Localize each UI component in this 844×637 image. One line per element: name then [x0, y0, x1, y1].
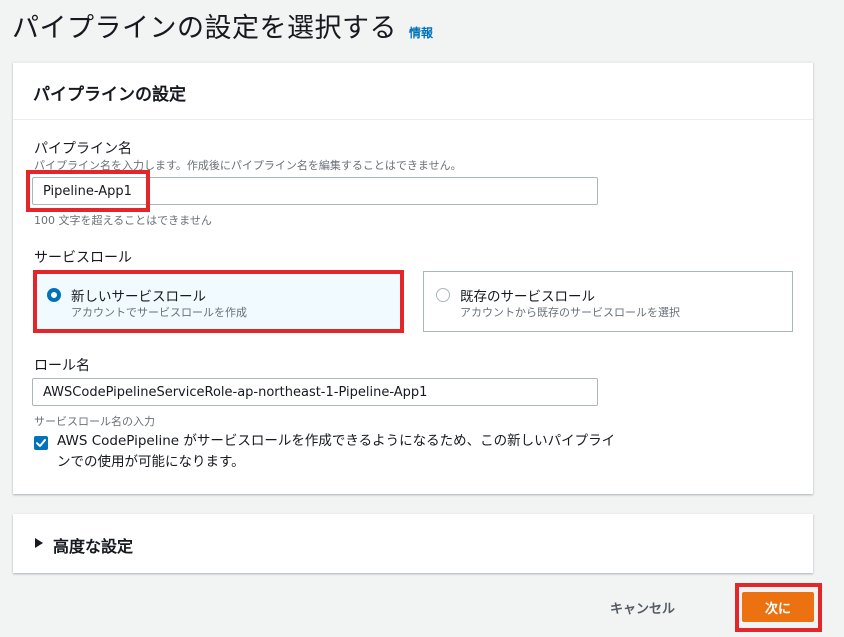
- allow-role-checkbox[interactable]: [34, 436, 48, 450]
- pipeline-name-constraint: 100 文字を超えることはできません: [34, 214, 212, 227]
- service-role-label: サービスロール: [34, 250, 132, 266]
- checkmark-icon: [36, 439, 46, 447]
- page-header: パイプラインの設定を選択する 情報: [12, 6, 433, 45]
- allow-role-checkbox-label: AWS CodePipeline がサービスロールを作成できるようになるため、こ…: [57, 433, 616, 470]
- caret-right-icon: [35, 538, 43, 548]
- pipeline-name-label: パイプライン名: [34, 141, 132, 157]
- page-title: パイプラインの設定を選択する: [12, 13, 397, 44]
- pipeline-name-input[interactable]: [32, 177, 598, 205]
- role-name-description: サービスロール名の入力: [34, 415, 155, 428]
- option-title: 新しいサービスロール: [71, 289, 206, 305]
- existing-service-role-option[interactable]: 既存のサービスロール アカウントから既存のサービスロールを選択: [423, 271, 793, 332]
- panel-header: パイプラインの設定: [13, 63, 813, 120]
- new-service-role-option[interactable]: 新しいサービスロール アカウントでサービスロールを作成: [34, 271, 402, 332]
- advanced-settings-panel[interactable]: 高度な設定: [13, 514, 813, 573]
- info-link[interactable]: 情報: [409, 24, 433, 41]
- pipeline-settings-panel: パイプラインの設定 パイプライン名 パイプライン名を入力します。作成後にパイプラ…: [13, 62, 813, 494]
- pipeline-name-description: パイプライン名を入力します。作成後にパイプライン名を編集することはできません。: [34, 159, 462, 172]
- option-title: 既存のサービスロール: [460, 289, 595, 305]
- option-description: アカウントから既存のサービスロールを選択: [460, 306, 680, 319]
- role-name-label: ロール名: [34, 358, 90, 374]
- option-description: アカウントでサービスロールを作成: [71, 306, 247, 319]
- role-name-input[interactable]: [32, 378, 598, 406]
- panel-title: パイプラインの設定: [33, 85, 186, 105]
- radio-new-service-role[interactable]: [47, 288, 61, 302]
- next-button[interactable]: 次に: [742, 592, 814, 622]
- cancel-button[interactable]: キャンセル: [610, 598, 675, 617]
- advanced-settings-title: 高度な設定: [53, 537, 134, 556]
- radio-existing-service-role[interactable]: [436, 288, 450, 302]
